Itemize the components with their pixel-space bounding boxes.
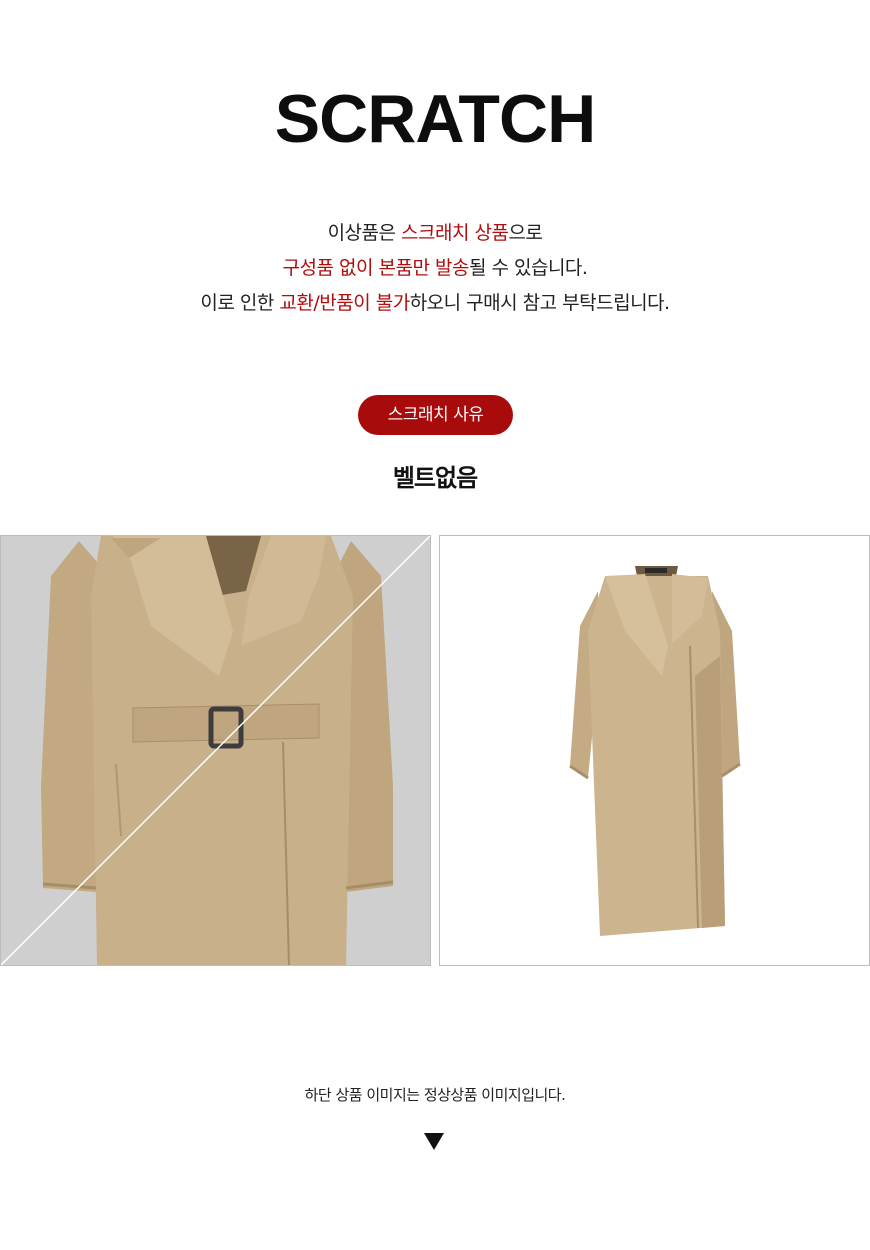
- notice-line-1: 이상품은 스크래치 상품으로: [0, 216, 870, 251]
- notice-line-3: 이로 인한 교환/반품이 불가하오니 구매시 참고 부탁드립니다.: [0, 286, 870, 321]
- coat-full-image: [439, 535, 870, 966]
- notice-text: 이로 인한: [200, 292, 280, 314]
- notice-text: 될 수 있습니다.: [468, 257, 588, 279]
- notice-highlight: 구성품 없이 본품만 발송: [282, 257, 470, 279]
- scratch-reason-text: 벨트없음: [392, 464, 478, 492]
- coat-closeup-image: [0, 535, 431, 966]
- notice-line-2: 구성품 없이 본품만 발송될 수 있습니다.: [0, 251, 870, 286]
- notice-text: 하오니 구매시 참고 부탁드립니다.: [409, 292, 670, 314]
- coat-full-illustration: [569, 566, 741, 936]
- coat-closeup-illustration: [1, 536, 430, 965]
- normal-product-note: 하단 상품 이미지는 정상상품 이미지입니다.: [304, 1086, 566, 1104]
- scratch-notice: 이상품은 스크래치 상품으로 구성품 없이 본품만 발송될 수 있습니다. 이로…: [0, 216, 870, 321]
- page-title: SCRATCH: [274, 81, 596, 157]
- arrow-down-icon: [424, 1133, 444, 1150]
- notice-text: 이상품은: [327, 222, 402, 244]
- notice-text: 으로: [508, 222, 543, 244]
- scratch-reason-badge: 스크래치 사유: [358, 395, 513, 435]
- notice-highlight: 교환/반품이 불가: [279, 292, 410, 314]
- notice-highlight: 스크래치 상품: [401, 222, 509, 244]
